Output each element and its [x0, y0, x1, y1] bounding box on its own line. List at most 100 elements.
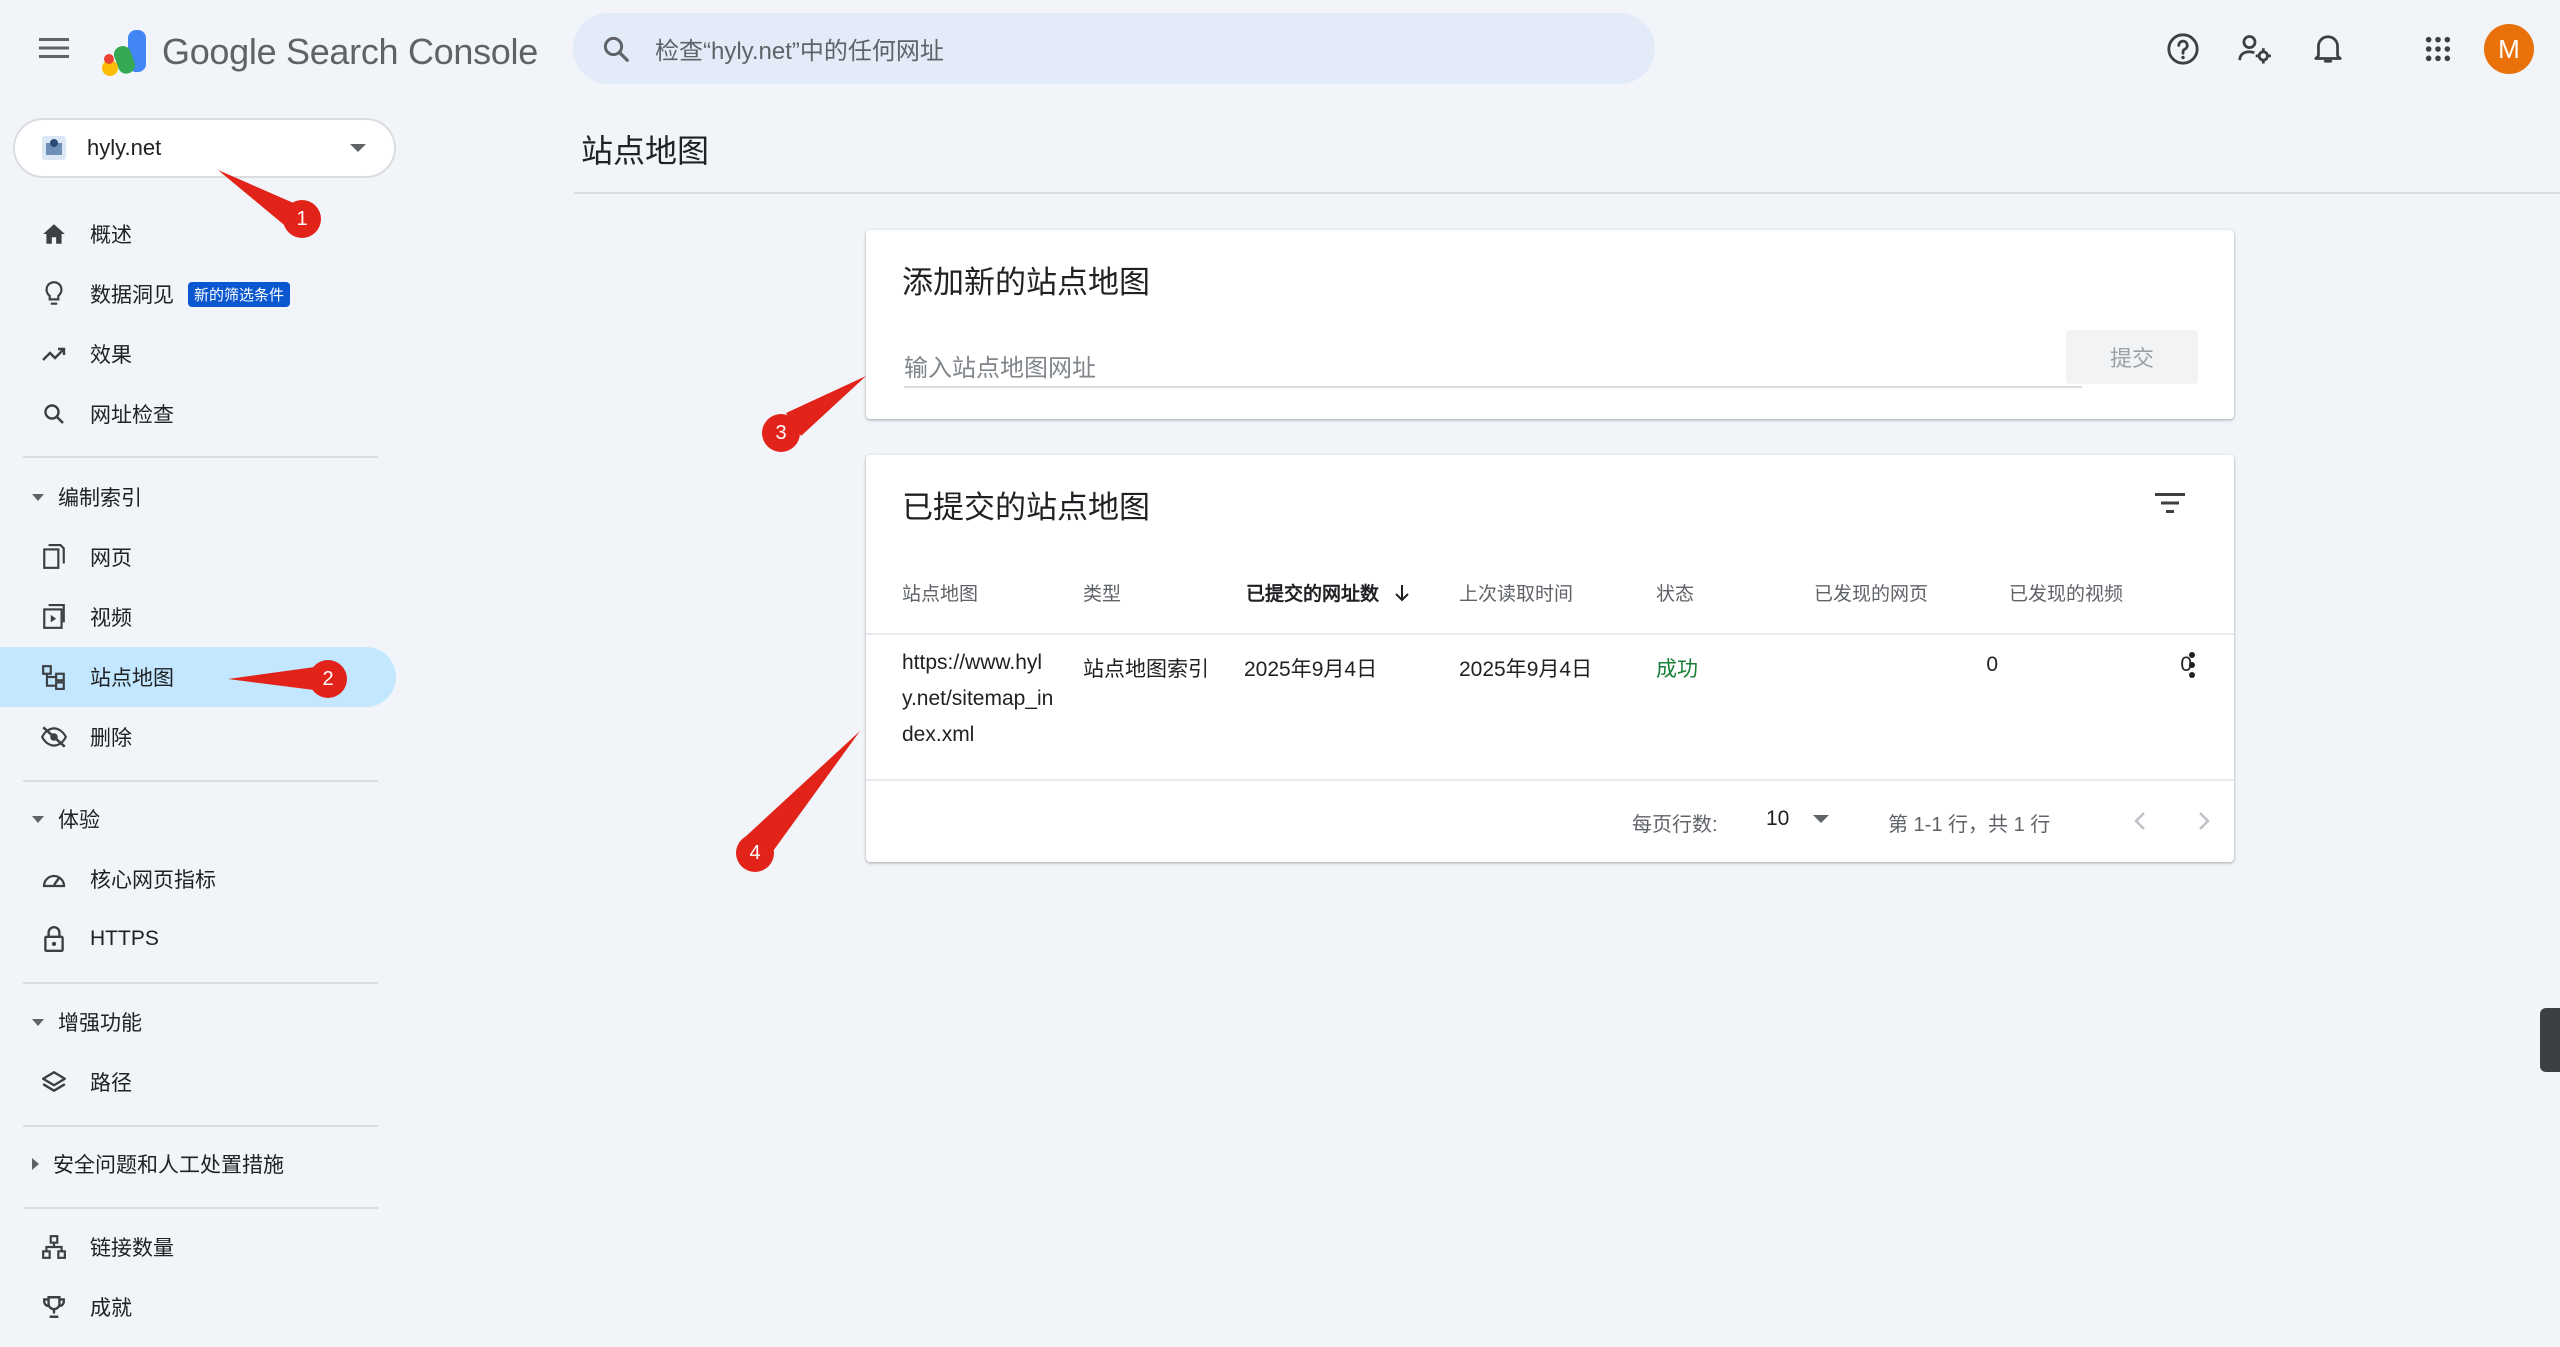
help-button[interactable]	[2155, 21, 2211, 77]
column-header-type[interactable]: 类型	[1083, 579, 1121, 606]
section-title: 安全问题和人工处置措施	[53, 1154, 284, 1177]
submitted-sitemaps-title: 已提交的站点地图	[902, 490, 1150, 525]
manage-accounts-icon	[2238, 35, 2271, 64]
submitted-cell: 2025年9月4日	[1244, 658, 1378, 681]
more-vert-icon	[2189, 672, 2195, 678]
column-header-sitemap[interactable]: 站点地图	[902, 579, 978, 606]
pagination-range: 第 1-1 行，共 1 行	[1888, 814, 2051, 836]
annotation-marker-4: 4	[736, 834, 774, 872]
site-favicon-icon	[42, 136, 66, 160]
page-title: 站点地图	[581, 133, 710, 169]
column-header-submitted-urls[interactable]: 已提交的网址数	[1246, 579, 1410, 606]
sidebar-item-label: 路径	[90, 1072, 132, 1095]
search-placeholder: 检查“hyly.net”中的任何网址	[655, 38, 944, 65]
sidebar-item-core-web-vitals[interactable]: 核心网页指标	[0, 849, 396, 909]
property-selector[interactable]: hyly.net	[13, 118, 396, 178]
url-inspection-search[interactable]: 检查“hyly.net”中的任何网址	[573, 13, 1655, 84]
chevron-right-icon	[2199, 812, 2210, 830]
section-indexing[interactable]: 编制索引	[0, 472, 142, 522]
apps-grid-icon	[2425, 36, 2451, 62]
column-header-discovered-pages[interactable]: 已发现的网页	[1814, 579, 1928, 606]
section-title: 增强功能	[58, 1012, 142, 1035]
sidebar-item-removals[interactable]: 删除	[0, 707, 396, 767]
sidebar-item-label: 网址检查	[90, 404, 174, 427]
sitemap-url-field[interactable]	[904, 338, 2082, 388]
column-header-label: 已提交的网址数	[1246, 584, 1380, 605]
last-read-cell: 2025年9月4日	[1459, 658, 1593, 681]
rows-per-page-select[interactable]: 10	[1766, 803, 1830, 835]
column-header-discovered-videos[interactable]: 已发现的视频	[2009, 579, 2123, 606]
sidebar-item-label: 视频	[90, 607, 132, 630]
property-name: hyly.net	[87, 135, 162, 160]
trophy-icon	[40, 1293, 68, 1321]
search-icon	[40, 400, 68, 428]
row-more-button[interactable]	[2172, 645, 2212, 685]
sidebar-item-label: 链接数量	[90, 1237, 174, 1260]
sidebar-item-overview[interactable]: 概述	[0, 204, 396, 264]
next-page-button[interactable]	[2184, 801, 2224, 841]
main-menu-button[interactable]	[30, 24, 78, 72]
speed-icon	[40, 865, 68, 893]
discovered-pages-cell: 0	[1986, 653, 1998, 676]
column-header-last-read[interactable]: 上次读取时间	[1459, 579, 1573, 606]
status-cell: 成功	[1656, 658, 1698, 681]
submit-button[interactable]: 提交	[2066, 330, 2198, 384]
notifications-button[interactable]	[2300, 21, 2356, 77]
section-experience[interactable]: 体验	[0, 794, 100, 844]
search-console-logo-icon	[102, 30, 146, 76]
sidebar-item-pages[interactable]: 网页	[0, 527, 396, 587]
sidebar-divider	[23, 1125, 378, 1127]
filter-button[interactable]	[2142, 475, 2198, 531]
column-header-status[interactable]: 状态	[1656, 579, 1694, 606]
user-settings-button[interactable]	[2227, 21, 2283, 77]
section-enhancements[interactable]: 增强功能	[0, 997, 142, 1047]
hamburger-icon	[39, 38, 69, 58]
chevron-left-icon	[2134, 812, 2145, 830]
sidebar-item-insights[interactable]: 数据洞见 新的筛选条件	[0, 264, 396, 324]
add-sitemap-title: 添加新的站点地图	[902, 265, 1150, 300]
search-console-logo[interactable]: Google Search Console	[100, 24, 538, 80]
sidebar-item-url-inspection[interactable]: 网址检查	[0, 384, 396, 444]
sitemap-url-input[interactable]	[904, 338, 2082, 386]
sidebar-item-label: 效果	[90, 344, 132, 367]
annotation-marker-1: 1	[283, 200, 321, 238]
layers-icon	[40, 1068, 68, 1096]
sitemap-icon	[40, 663, 68, 691]
sidebar-item-label: 网页	[90, 547, 132, 570]
collapse-icon	[32, 1158, 39, 1170]
bell-icon	[2314, 35, 2342, 63]
lightbulb-icon	[40, 280, 68, 308]
sidebar-item-label: 站点地图	[90, 667, 174, 690]
pages-icon	[40, 543, 68, 571]
apps-button[interactable]	[2410, 21, 2466, 77]
filter-list-icon	[2155, 493, 2185, 513]
sitemap-url-cell: https://www.hyly.net/sitemap_index.xml	[902, 651, 1054, 746]
header-divider	[866, 633, 2234, 635]
submitted-sitemaps-card: 已提交的站点地图 站点地图 类型 已提交的网址数 上次读取时间 状态 已发现的网…	[866, 455, 2234, 862]
account-avatar[interactable]: M	[2484, 24, 2534, 74]
sidebar-item-label: 概述	[90, 224, 132, 247]
brand-name: Google Search Console	[162, 31, 538, 72]
section-security[interactable]: 安全问题和人工处置措施	[0, 1139, 284, 1189]
sidebar-item-label: 数据洞见	[90, 284, 174, 307]
type-cell: 站点地图索引	[1083, 658, 1209, 681]
eye-off-icon	[40, 723, 68, 751]
sidebar-item-achievements[interactable]: 成就	[0, 1277, 396, 1337]
sidebar-item-label: 成就	[90, 1297, 132, 1320]
rows-per-page-label: 每页行数:	[1632, 814, 1718, 836]
sidebar-item-label: HTTPS	[90, 927, 159, 950]
sidebar-divider	[23, 982, 378, 984]
sidebar-item-links[interactable]: 链接数量	[0, 1217, 396, 1277]
sidebar-item-https[interactable]: HTTPS	[0, 909, 396, 969]
row-divider	[866, 779, 2234, 781]
sidebar-divider	[23, 1207, 378, 1209]
link-tree-icon	[40, 1233, 68, 1261]
sidebar-item-videos[interactable]: 视频	[0, 587, 396, 647]
sidebar-divider	[23, 456, 378, 458]
side-panel-handle[interactable]	[2540, 1008, 2560, 1072]
previous-page-button[interactable]	[2120, 801, 2160, 841]
trending-up-icon	[40, 340, 68, 368]
home-icon	[40, 220, 68, 248]
sidebar-item-breadcrumbs[interactable]: 路径	[0, 1052, 396, 1112]
sidebar-item-performance[interactable]: 效果	[0, 324, 396, 384]
